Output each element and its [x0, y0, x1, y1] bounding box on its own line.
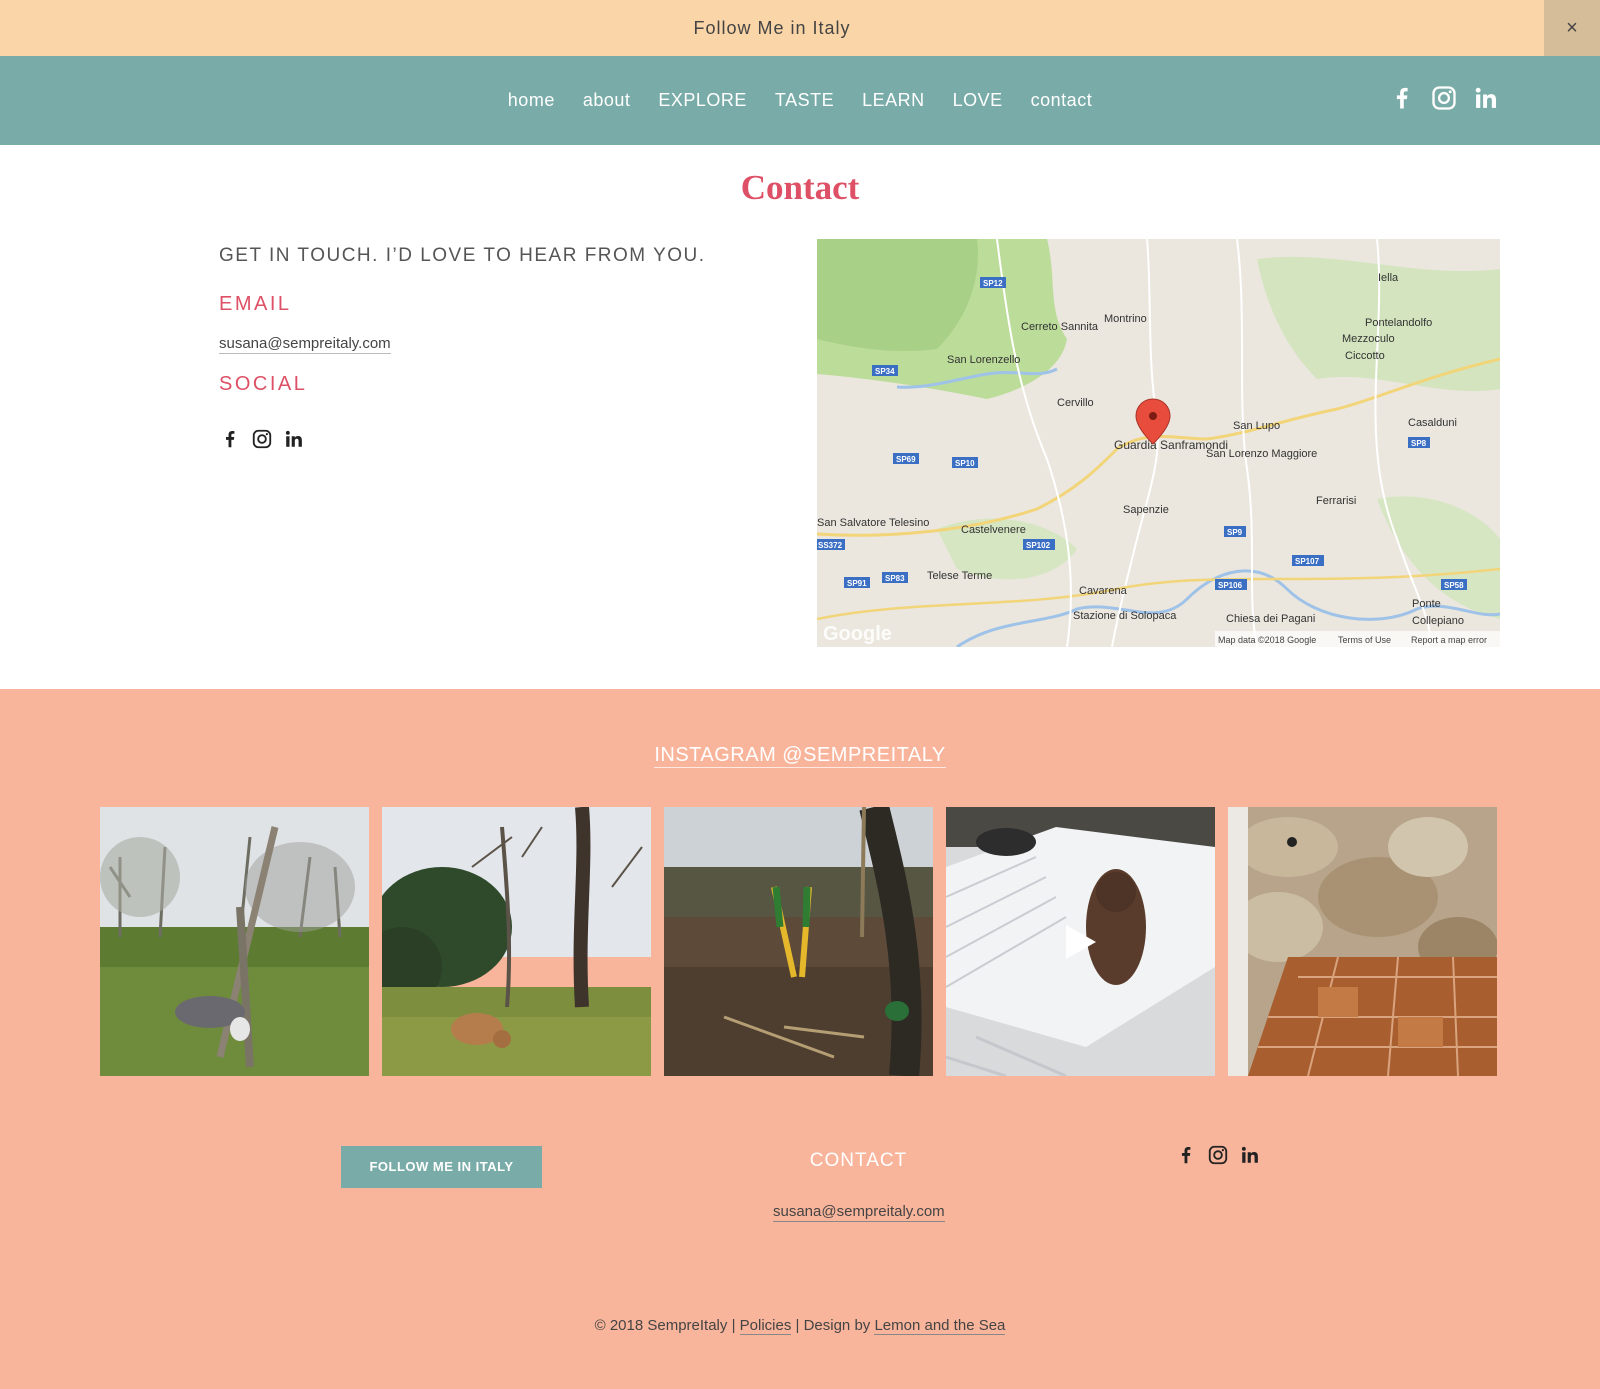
map-place: Cavarena: [1079, 585, 1128, 597]
map-place: Chiesa dei Pagani: [1226, 613, 1315, 625]
header-social-links: [1388, 83, 1500, 113]
contact-email-link[interactable]: susana@sempreitaly.com: [219, 335, 391, 354]
designer-link[interactable]: Lemon and the Sea: [874, 1317, 1006, 1335]
map-road-label: SP12: [983, 279, 1003, 288]
instagram-video[interactable]: [946, 807, 1215, 1076]
map-terms-link[interactable]: Terms of Use: [1338, 635, 1391, 645]
copyright-line: © 2018 SempreItaly | Policies | Design b…: [0, 1317, 1600, 1335]
footer-contact-heading: CONTACT: [809, 1150, 908, 1171]
facebook-icon[interactable]: [219, 428, 241, 450]
linkedin-icon[interactable]: [1239, 1144, 1261, 1166]
facebook-icon[interactable]: [1388, 83, 1416, 113]
instagram-heading: INSTAGRAM @SEMPREITALY: [0, 744, 1600, 768]
map-place: Stazione di Solopaca: [1073, 610, 1177, 622]
map-place: San Salvatore Telesino: [817, 517, 929, 529]
instagram-icon[interactable]: [1430, 83, 1458, 113]
map-place: San Lupo: [1233, 420, 1280, 432]
announcement-text[interactable]: Follow Me in Italy: [0, 0, 1544, 56]
instagram-icon[interactable]: [1207, 1144, 1229, 1166]
close-announcement-button[interactable]: ×: [1544, 0, 1600, 56]
nav-taste[interactable]: TASTE: [775, 90, 834, 111]
separator: |: [731, 1317, 736, 1334]
map-place: Pontelandolfo: [1365, 317, 1432, 329]
map-place: Ferrarisi: [1316, 495, 1356, 507]
map-place: Ponte: [1412, 598, 1441, 610]
instagram-photo[interactable]: [1228, 807, 1497, 1076]
nav-about[interactable]: about: [583, 90, 631, 111]
map-place: Casalduni: [1408, 417, 1457, 429]
contact-social-links: [219, 428, 305, 450]
map-place: Iella: [1378, 272, 1399, 284]
page-title: Contact: [740, 168, 860, 207]
map-place: Ciccotto: [1345, 350, 1385, 362]
nav-contact[interactable]: contact: [1031, 90, 1093, 111]
nav-home[interactable]: home: [508, 90, 555, 111]
map-place: San Lorenzo Maggiore: [1206, 448, 1317, 460]
map-road-label: SP58: [1444, 581, 1464, 590]
map-road-label: SP102: [1026, 541, 1051, 550]
map-place: Cervillo: [1057, 397, 1094, 409]
map-road-label: SP106: [1218, 581, 1243, 590]
map-place: Sapenzie: [1123, 504, 1169, 516]
map-place: Cerreto Sannita: [1021, 321, 1099, 333]
nav-learn[interactable]: LEARN: [862, 90, 925, 111]
nav-explore[interactable]: EXPLORE: [658, 90, 747, 111]
separator: |: [795, 1317, 800, 1334]
copyright-text: © 2018 SempreItaly: [594, 1317, 728, 1334]
google-logo: Google: [823, 623, 892, 645]
map-road-label: SP83: [885, 574, 905, 583]
announcement-bar: Follow Me in Italy ×: [0, 0, 1600, 56]
map-road-label: SP9: [1227, 528, 1243, 537]
map-road-label: SP34: [875, 367, 895, 376]
policies-link[interactable]: Policies: [739, 1317, 792, 1335]
footer-social-links: [1175, 1144, 1261, 1166]
contact-intro: GET IN TOUCH. I’D LOVE TO HEAR FROM YOU.: [219, 245, 706, 266]
embedded-map[interactable]: Iella Montrino Cerreto Sannita Ponteland…: [817, 239, 1500, 647]
map-report-link[interactable]: Report a map error: [1411, 635, 1487, 645]
site-footer: INSTAGRAM @SEMPREITALY FOLLOW ME IN ITAL…: [0, 689, 1600, 1389]
map-road-label: SP8: [1411, 439, 1427, 448]
email-heading: EMAIL: [219, 293, 292, 315]
main-nav: home about EXPLORE TASTE LEARN LOVE cont…: [0, 56, 1600, 145]
map-place: Telese Terme: [927, 570, 992, 582]
map-road-label: SS372: [818, 541, 843, 550]
map-place: Mezzoculo: [1342, 333, 1395, 345]
footer-email-link[interactable]: susana@sempreitaly.com: [773, 1203, 945, 1222]
map-place: San Lorenzello: [947, 354, 1020, 366]
instagram-photo[interactable]: [664, 807, 933, 1076]
social-heading: SOCIAL: [219, 373, 308, 395]
map-road-label: SP10: [955, 459, 975, 468]
map-road-label: SP107: [1295, 557, 1320, 566]
design-by-text: Design by: [803, 1317, 871, 1334]
linkedin-icon[interactable]: [1472, 83, 1500, 113]
map-road-label: SP91: [847, 579, 867, 588]
site-header: home about EXPLORE TASTE LEARN LOVE cont…: [0, 56, 1600, 145]
map-attribution: Map data ©2018 Google: [1218, 635, 1316, 645]
map-place: Collepiano: [1412, 615, 1464, 627]
facebook-icon[interactable]: [1175, 1144, 1197, 1166]
instagram-photo[interactable]: [382, 807, 651, 1076]
map-place: Montrino: [1104, 313, 1147, 325]
instagram-profile-link[interactable]: INSTAGRAM @SEMPREITALY: [654, 744, 946, 768]
linkedin-icon[interactable]: [283, 428, 305, 450]
map-road-label: SP69: [896, 455, 916, 464]
instagram-gallery: [100, 807, 1497, 1076]
map-place: Castelvenere: [961, 524, 1026, 536]
nav-love[interactable]: LOVE: [953, 90, 1003, 111]
instagram-icon[interactable]: [251, 428, 273, 450]
instagram-photo[interactable]: [100, 807, 369, 1076]
